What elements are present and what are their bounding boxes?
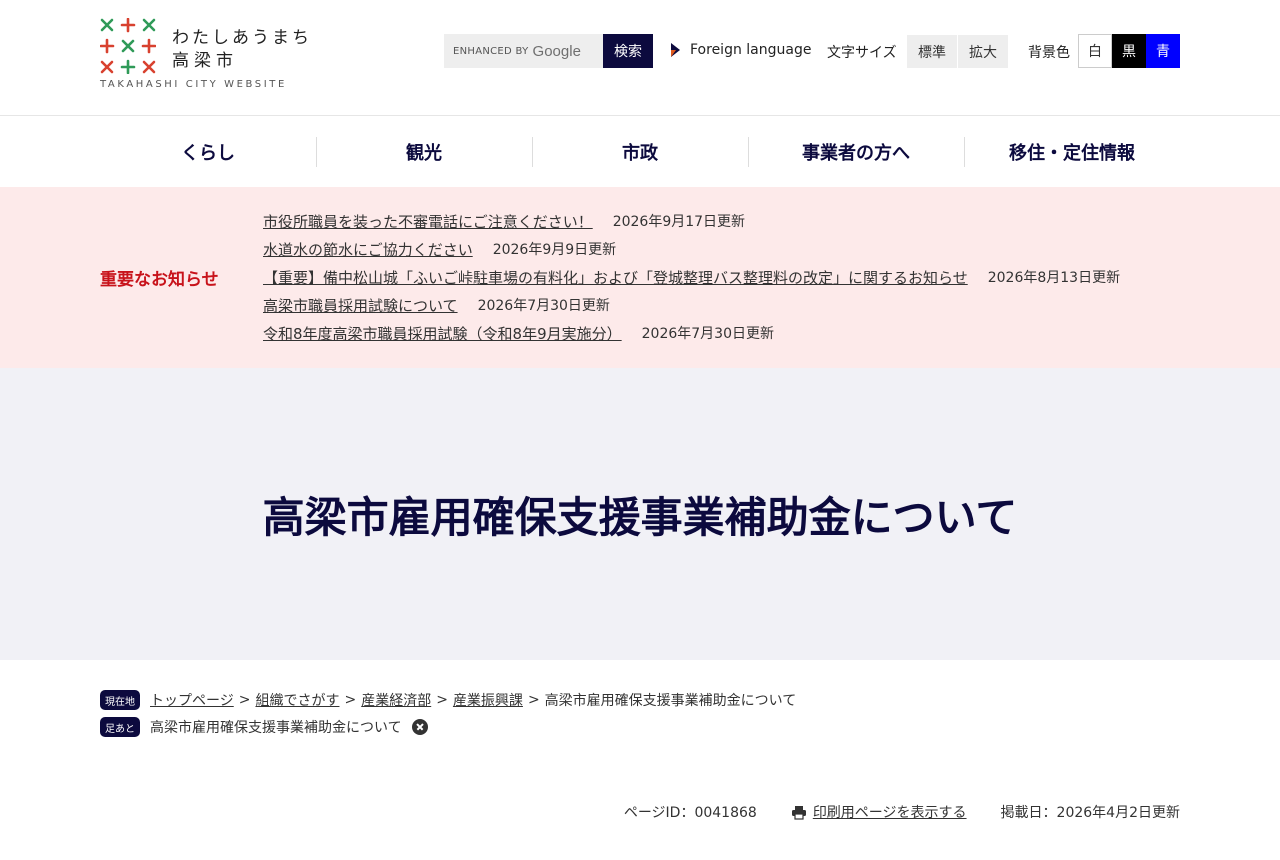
font-size-standard-button[interactable]: 標準 <box>907 35 957 68</box>
footprint-tag: 足あと <box>100 717 140 737</box>
breadcrumb-separator: > <box>436 692 448 708</box>
list-item: 水道水の節水にご協力ください 2026年9月9日更新 <box>263 235 1120 263</box>
search-enhanced-by: ENHANCED BY <box>453 45 529 57</box>
breadcrumb-link-top[interactable]: トップページ <box>150 690 234 710</box>
page-meta: ページID：0041868 印刷用ページを表示する 掲載日：2026年4月2日更… <box>624 802 1180 822</box>
logo-city-name: 高梁市 <box>172 51 238 71</box>
footprint: 足あと 高梁市雇用確保支援事業補助金について <box>100 717 428 737</box>
bg-white-button[interactable]: 白 <box>1078 34 1112 68</box>
breadcrumb-separator: > <box>344 692 357 708</box>
nav-item-shisei[interactable]: 市政 <box>532 117 748 187</box>
nav-item-business[interactable]: 事業者の方へ <box>748 117 964 187</box>
breadcrumb-separator: > <box>527 692 540 708</box>
notices-heading: 重要なお知らせ <box>100 270 219 290</box>
close-icon[interactable] <box>411 719 428 735</box>
list-item: 【重要】備中松山城「ふいご峠駐車場の有料化」および「登城整理バス整理料の改定」に… <box>263 263 1120 291</box>
current-location-tag: 現在地 <box>100 690 140 710</box>
breadcrumb-link-section[interactable]: 産業振興課 <box>453 690 523 710</box>
nav-item-kurashi[interactable]: くらし <box>100 117 316 187</box>
logo-mark-icon <box>100 18 156 74</box>
print-link[interactable]: 印刷用ページを表示する <box>791 802 967 822</box>
font-size-large-button[interactable]: 拡大 <box>958 35 1008 68</box>
notice-date: 2026年7月30日更新 <box>641 326 774 342</box>
bg-color-label: 背景色 <box>1028 45 1070 61</box>
notice-date: 2026年7月30日更新 <box>477 298 610 314</box>
title-band: 高梁市雇用確保支援事業補助金について <box>0 368 1280 660</box>
published-date: 掲載日：2026年4月2日更新 <box>1000 805 1180 821</box>
breadcrumb-link-org[interactable]: 組織でさがす <box>255 690 339 710</box>
notice-date: 2026年9月9日更新 <box>492 242 617 258</box>
footprint-link[interactable]: 高梁市雇用確保支援事業補助金について <box>150 717 402 737</box>
print-link-label[interactable]: 印刷用ページを表示する <box>813 802 967 822</box>
notice-link[interactable]: 令和8年度高梁市職員採用試験（令和8年9月実施分） <box>263 323 622 344</box>
notice-date: 2026年9月17日更新 <box>612 214 746 230</box>
search-button[interactable]: 検索 <box>603 34 653 68</box>
bg-black-button[interactable]: 黒 <box>1112 34 1146 68</box>
notice-link[interactable]: 市役所職員を装った不審電話にご注意ください！ <box>263 211 593 232</box>
font-size-label: 文字サイズ <box>827 45 897 61</box>
notice-link[interactable]: 水道水の節水にご協力ください <box>263 239 473 260</box>
logo-english: TAKAHASHI CITY WEBSITE <box>100 79 287 90</box>
page-id: ページID：0041868 <box>623 805 757 821</box>
breadcrumb-current: 高梁市雇用確保支援事業補助金について <box>544 693 797 709</box>
notices-list: 市役所職員を装った不審電話にご注意ください！ 2026年9月17日更新 水道水の… <box>263 207 1120 347</box>
foreign-language-link[interactable]: Foreign language <box>671 42 811 58</box>
foreign-language-label: Foreign language <box>690 42 812 58</box>
list-item: 令和8年度高梁市職員採用試験（令和8年9月実施分） 2026年7月30日更新 <box>263 319 1120 347</box>
list-item: 高梁市職員採用試験について 2026年7月30日更新 <box>263 291 1120 319</box>
notice-link[interactable]: 【重要】備中松山城「ふいご峠駐車場の有料化」および「登城整理バス整理料の改定」に… <box>263 267 968 288</box>
breadcrumb-link-dept[interactable]: 産業経済部 <box>361 690 431 710</box>
logo-tagline: わたしあうまち <box>172 28 312 48</box>
search-input[interactable]: ENHANCED BY Google <box>444 34 603 68</box>
nav-item-kanko[interactable]: 観光 <box>316 117 532 187</box>
page-title: 高梁市雇用確保支援事業補助金について <box>262 492 1018 542</box>
site-header: わたしあうまち 高梁市 TAKAHASHI CITY WEBSITE ENHAN… <box>0 0 1280 116</box>
triangle-arrow-icon <box>671 43 680 57</box>
printer-icon <box>791 805 806 820</box>
breadcrumb-separator: > <box>238 692 251 708</box>
bg-blue-button[interactable]: 青 <box>1146 34 1180 68</box>
nav-item-iju[interactable]: 移住・定住情報 <box>964 117 1180 187</box>
breadcrumb: 現在地 トップページ > 組織でさがす > 産業経済部 > 産業振興課 > 高梁… <box>100 690 796 710</box>
important-notices: 重要なお知らせ 市役所職員を装った不審電話にご注意ください！ 2026年9月17… <box>0 187 1280 368</box>
list-item: 市役所職員を装った不審電話にご注意ください！ 2026年9月17日更新 <box>263 207 1120 235</box>
site-logo[interactable]: わたしあうまち 高梁市 TAKAHASHI CITY WEBSITE <box>100 18 320 96</box>
notice-link[interactable]: 高梁市職員採用試験について <box>263 295 458 316</box>
google-logo: Google <box>532 42 581 60</box>
notice-date: 2026年8月13日更新 <box>987 270 1121 286</box>
global-nav: くらし 観光 市政 事業者の方へ 移住・定住情報 <box>100 117 1180 187</box>
